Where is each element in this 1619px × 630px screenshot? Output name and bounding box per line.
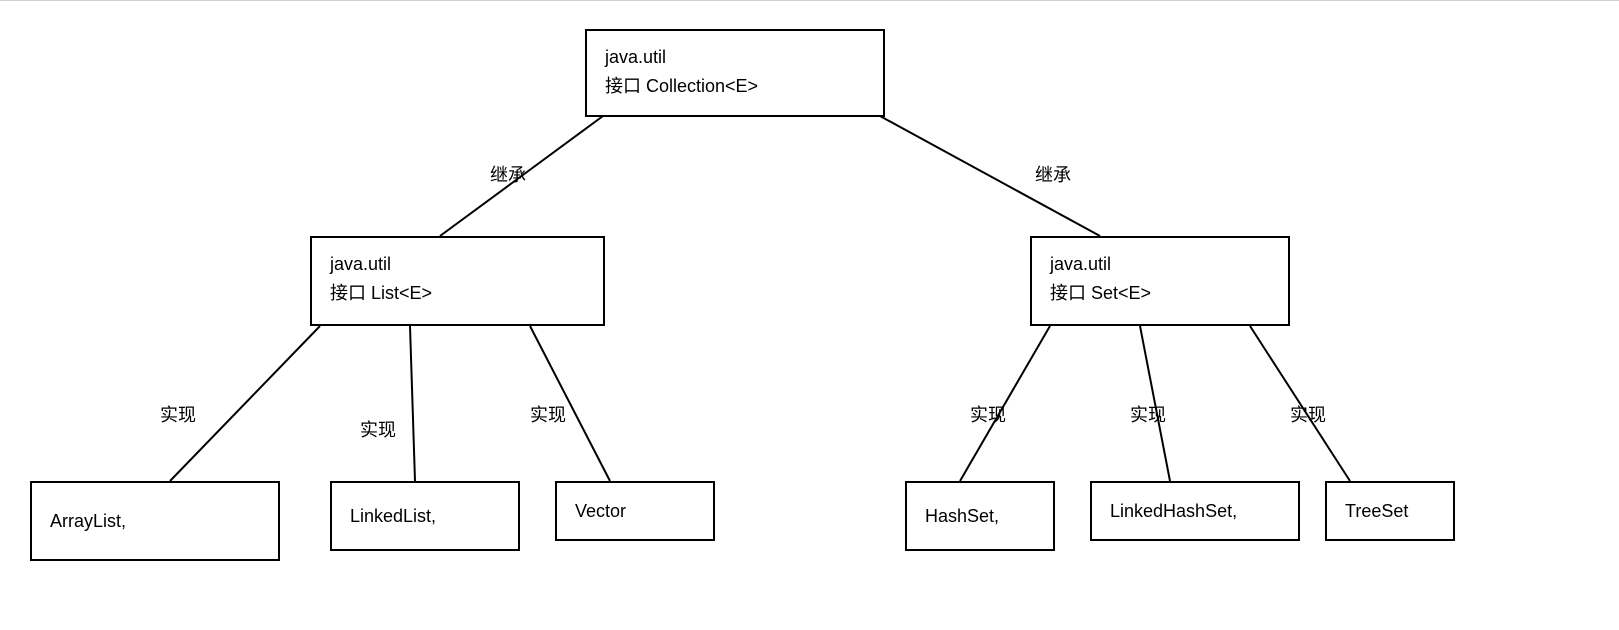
node-hashset: HashSet, <box>905 481 1055 551</box>
node-set: java.util 接口 Set<E> <box>1030 236 1290 326</box>
node-list-pkg: java.util <box>330 250 585 279</box>
edge-label-impl-linkedhashset: 实现 <box>1130 401 1166 427</box>
edge-label-inherit-list: 继承 <box>490 161 526 187</box>
node-collection: java.util 接口 Collection<E> <box>585 29 885 117</box>
edge-label-impl-arraylist: 实现 <box>160 401 196 427</box>
edge-label-impl-treeset: 实现 <box>1290 401 1326 427</box>
node-vector: Vector <box>555 481 715 541</box>
edge-label-impl-linkedlist: 实现 <box>360 416 396 442</box>
edge-label-impl-vector: 实现 <box>530 401 566 427</box>
node-collection-pkg: java.util <box>605 43 865 72</box>
node-treeset: TreeSet <box>1325 481 1455 541</box>
node-list: java.util 接口 List<E> <box>310 236 605 326</box>
node-set-label: 接口 Set<E> <box>1050 279 1270 308</box>
node-linkedlist: LinkedList, <box>330 481 520 551</box>
node-treeset-label: TreeSet <box>1345 497 1408 526</box>
node-linkedhashset: LinkedHashSet, <box>1090 481 1300 541</box>
node-list-label: 接口 List<E> <box>330 279 585 308</box>
node-linkedhashset-label: LinkedHashSet, <box>1110 497 1237 526</box>
node-hashset-label: HashSet, <box>925 502 999 531</box>
node-set-pkg: java.util <box>1050 250 1270 279</box>
node-arraylist-label: ArrayList, <box>50 507 126 536</box>
node-vector-label: Vector <box>575 497 626 526</box>
edge-label-impl-hashset: 实现 <box>970 401 1006 427</box>
edge-label-inherit-set: 继承 <box>1035 161 1071 187</box>
node-collection-label: 接口 Collection<E> <box>605 72 865 101</box>
node-arraylist: ArrayList, <box>30 481 280 561</box>
node-linkedlist-label: LinkedList, <box>350 502 436 531</box>
